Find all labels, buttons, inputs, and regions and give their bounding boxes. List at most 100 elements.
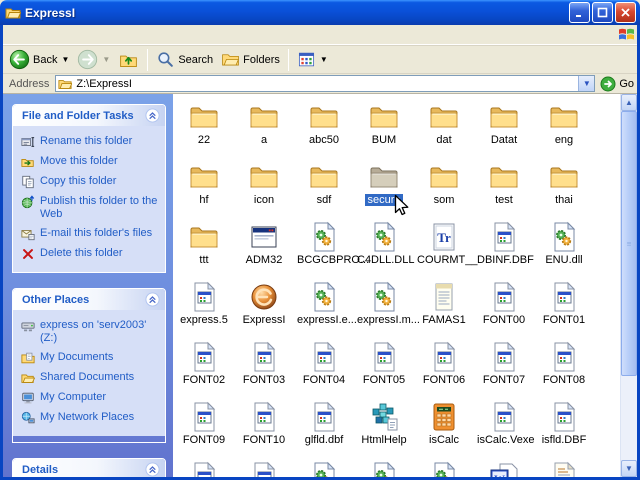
dll-icon [308,461,340,477]
file-item-font01[interactable]: FONT01 [534,278,594,338]
go-label: Go [619,77,634,90]
file-item-dat[interactable]: dat [414,98,474,158]
file-item-courmt-[interactable]: Tr COURMT__ [414,218,478,278]
views-button[interactable]: ▼ [293,47,332,72]
scrollbar-thumb[interactable]: ≡ [621,111,637,376]
file-label: isfld.DBF [541,434,587,446]
file-item-enu-dll[interactable]: ENU.dll [534,218,594,278]
dll-icon [308,281,340,313]
task-link[interactable]: Shared Documents [21,368,161,388]
file-item-iscalc-vexe[interactable]: isCalc.Vexe [474,398,534,458]
panel-header[interactable]: File and Folder Tasks [13,105,165,126]
file-item-sdf[interactable]: sdf [294,158,354,218]
file-item-secure[interactable]: secure [354,158,414,218]
go-button[interactable]: Go [600,76,634,92]
file-item-expressi-e-[interactable]: expressI.e... [294,278,357,338]
file-item[interactable] [414,458,474,477]
file-item-express-5[interactable]: express.5 [174,278,234,338]
views-dropdown-caret[interactable]: ▼ [320,55,328,64]
file-item-abc50[interactable]: abc50 [294,98,354,158]
file-item-font03[interactable]: FONT03 [234,338,294,398]
back-button[interactable]: Back ▼ [5,47,73,72]
file-item-test[interactable]: test [474,158,534,218]
back-dropdown-caret[interactable]: ▼ [61,55,69,64]
titlebar[interactable]: ExpressI [0,0,640,25]
file-item-isfld-dbf[interactable]: isfld.DBF [534,398,594,458]
file-item-c4dll-dll[interactable]: C4DLL.DLL [354,218,414,278]
task-link[interactable]: Publish this folder to the Web [21,192,161,224]
file-item-dbinf-dbf[interactable]: DBINF.DBF [474,218,534,278]
file-item-eng[interactable]: eng [534,98,594,158]
file-item-a[interactable]: a [234,98,294,158]
file-item-adm32[interactable]: ADM32 [234,218,294,278]
task-link[interactable]: express on 'serv2003' (Z:) [21,316,161,348]
task-link[interactable]: Copy this folder [21,172,161,192]
file-item-iscalc[interactable]: isCalc [414,398,474,458]
file-item[interactable] [174,458,234,477]
file-item-font10[interactable]: FONT10 [234,398,294,458]
file-item-famas1[interactable]: FAMAS1 [414,278,474,338]
system-file-icon [248,461,280,477]
file-item-font00[interactable]: FONT00 [474,278,534,338]
file-item-font08[interactable]: FONT08 [534,338,594,398]
panel-header[interactable]: Details [13,459,165,477]
file-label: FONT02 [182,374,226,386]
file-list-area[interactable]: 22 a abc50 BUM dat Datat eng hf icon sdf secure som… [173,94,620,477]
folder-icon [488,101,520,133]
file-item-bum[interactable]: BUM [354,98,414,158]
file-item-htmlhelp[interactable]: HtmlHelp [354,398,414,458]
task-pane: File and Folder Tasks Rename this folder… [3,94,173,477]
vertical-scrollbar[interactable]: ▲ ≡ ▼ [620,94,637,477]
file-item[interactable] [234,458,294,477]
task-link[interactable]: Rename this folder [21,132,161,152]
forward-dropdown-caret[interactable]: ▼ [102,55,110,64]
file-item-thai[interactable]: thai [534,158,594,218]
file-item-font05[interactable]: FONT05 [354,338,414,398]
file-item-hf[interactable]: hf [174,158,234,218]
minimize-button[interactable] [569,2,590,23]
panel-header[interactable]: Other Places [13,289,165,310]
task-link[interactable]: E-mail this folder's files [21,224,161,244]
task-link[interactable]: My Computer [21,388,161,408]
file-item-bcgcbpro-[interactable]: BCGCBPRO... [294,218,369,278]
file-item-datat[interactable]: Datat [474,98,534,158]
task-link[interactable]: Delete this folder [21,244,161,264]
folder-icon [188,161,220,193]
file-item-ttt[interactable]: ttt [174,218,234,278]
task-link[interactable]: My Network Places [21,408,161,428]
folders-button[interactable]: Folders [217,47,284,72]
file-item-font09[interactable]: FONT09 [174,398,234,458]
up-button[interactable] [114,47,143,72]
task-link[interactable]: My Documents [21,348,161,368]
task-link[interactable]: Move this folder [21,152,161,172]
file-item-glfld-dbf[interactable]: glfld.dbf [294,398,354,458]
file-item-22[interactable]: 22 [174,98,234,158]
file-label: glfld.dbf [304,434,344,446]
system-file-icon [308,401,340,433]
file-item[interactable]: W [474,458,534,477]
collapse-chevron-icon[interactable] [145,108,160,123]
address-input[interactable]: Z:\ExpressI ▼ [55,75,596,92]
file-item[interactable] [294,458,354,477]
address-dropdown-button[interactable]: ▼ [578,76,595,91]
file-item-font07[interactable]: FONT07 [474,338,534,398]
collapse-chevron-icon[interactable] [145,462,160,477]
scrollbar-track[interactable]: ≡ [621,111,637,460]
file-item-font06[interactable]: FONT06 [414,338,474,398]
scroll-down-button[interactable]: ▼ [621,460,637,477]
dll-icon [368,281,400,313]
collapse-chevron-icon[interactable] [145,292,160,307]
scroll-up-button[interactable]: ▲ [621,94,637,111]
forward-button[interactable]: ▼ [73,47,114,72]
search-button[interactable]: Search [152,47,217,72]
file-item-font04[interactable]: FONT04 [294,338,354,398]
file-item-icon[interactable]: icon [234,158,294,218]
maximize-button[interactable] [592,2,613,23]
file-item-som[interactable]: som [414,158,474,218]
file-item-font02[interactable]: FONT02 [174,338,234,398]
file-item-expressi[interactable]: ExpressI [234,278,294,338]
file-item-expressi-m-[interactable]: expressI.m... [354,278,420,338]
close-button[interactable] [615,2,636,23]
file-item[interactable] [354,458,414,477]
file-item[interactable] [534,458,594,477]
